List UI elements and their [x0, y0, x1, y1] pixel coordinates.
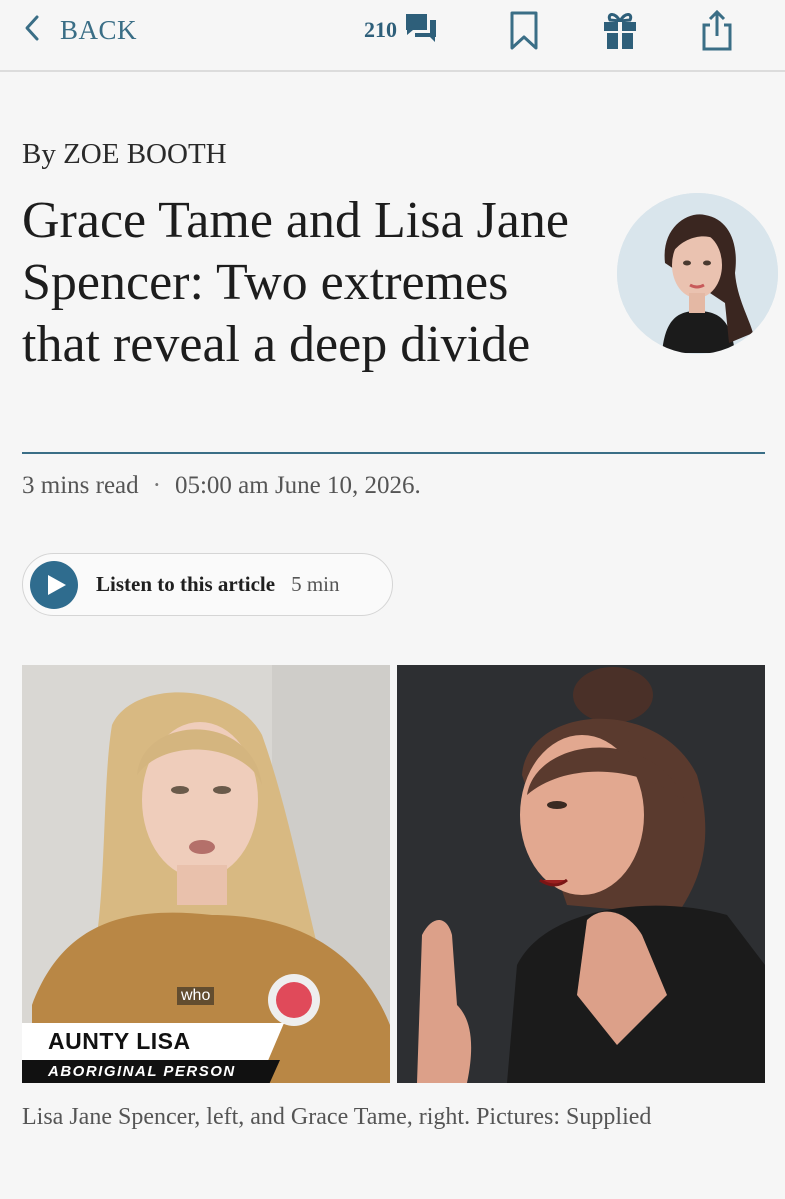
share-icon[interactable]: [697, 8, 737, 52]
gift-icon[interactable]: [600, 8, 640, 52]
author-avatar[interactable]: [617, 193, 778, 354]
photo-grace-tame: [397, 665, 765, 1083]
headline-divider: [22, 452, 765, 454]
lower-third-role: ABORIGINAL PERSON: [22, 1060, 280, 1083]
article-meta: 3 mins read · 05:00 am June 10, 2026.: [22, 472, 421, 500]
play-icon: [30, 560, 78, 609]
publish-date: 05:00 am June 10, 2026.: [174, 472, 421, 499]
top-toolbar: BACK 210: [0, 0, 785, 72]
back-button[interactable]: BACK: [22, 10, 137, 50]
photo-lisa-jane-spencer: who AUNTY LISA ABORIGINAL PERSON: [22, 665, 390, 1083]
headline: Grace Tame and Lisa Jane Spencer: Two ex…: [22, 192, 569, 373]
comments-button[interactable]: 210: [364, 10, 439, 50]
image-caption: Lisa Jane Spencer, left, and Grace Tame,…: [22, 1104, 652, 1130]
lower-third-name: AUNTY LISA: [22, 1023, 284, 1060]
back-label: BACK: [60, 14, 138, 45]
lower-third: AUNTY LISA ABORIGINAL PERSON: [22, 1023, 390, 1083]
meta-separator: ·: [152, 472, 161, 499]
read-time: 3 mins read: [22, 472, 139, 499]
bookmark-icon[interactable]: [504, 8, 544, 52]
comment-count: 210: [364, 17, 397, 42]
listen-label: Listen to this article: [96, 572, 276, 596]
listen-button[interactable]: Listen to this article 5 min: [22, 553, 393, 616]
listen-duration: 5 min: [291, 572, 340, 596]
byline[interactable]: By ZOE BOOTH: [22, 138, 227, 171]
video-subtitle: who: [177, 987, 215, 1005]
chevron-left-icon: [22, 13, 42, 48]
comment-icon: [403, 10, 439, 51]
